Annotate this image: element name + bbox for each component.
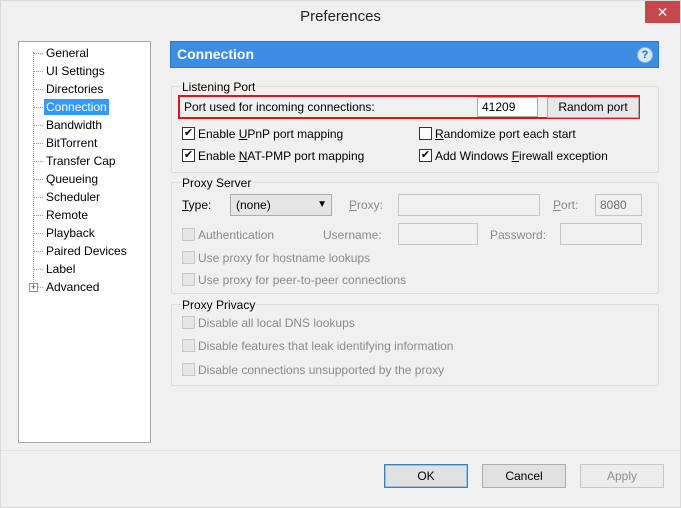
upnp-label: Enable UPnP port mapping: [198, 127, 344, 141]
listening-port-group-label: Listening Port: [181, 80, 257, 94]
natpmp-label: Enable NAT-PMP port mapping: [198, 149, 365, 163]
hostname-lookups-label: Use proxy for hostname lookups: [198, 251, 371, 265]
title-bar: Preferences ✕: [1, 1, 680, 33]
tree-connector: [33, 71, 43, 72]
port-input[interactable]: 41209: [477, 97, 538, 117]
password-input[interactable]: [560, 223, 642, 245]
close-icon: ✕: [656, 3, 669, 20]
tree-connector: [33, 161, 43, 162]
tree-connector: [33, 143, 43, 144]
peer-to-peer-label: Use proxy for peer-to-peer connections: [198, 273, 407, 287]
tree-item-label[interactable]: Label: [44, 261, 77, 277]
window-title: Preferences: [300, 8, 381, 25]
random-port-button[interactable]: Random port: [547, 97, 639, 118]
username-input[interactable]: [398, 223, 478, 245]
proxy-port-input[interactable]: 8080: [595, 194, 642, 216]
randomize-port-checkbox[interactable]: [419, 127, 432, 140]
ok-button[interactable]: OK: [384, 464, 468, 488]
peer-to-peer-checkbox[interactable]: [182, 273, 195, 286]
dns-lookups-label: Disable all local DNS lookups: [198, 316, 355, 330]
dns-lookups-checkbox[interactable]: [182, 316, 195, 329]
tree-connector: [33, 89, 43, 90]
chevron-down-icon: ▼: [317, 199, 327, 210]
tree-item-scheduler[interactable]: Scheduler: [44, 189, 102, 205]
tree-item-bittorrent[interactable]: BitTorrent: [44, 135, 99, 151]
tree-item-advanced[interactable]: Advanced: [44, 279, 101, 295]
firewall-checkbox[interactable]: ✔: [419, 149, 432, 162]
leak-features-checkbox[interactable]: [182, 339, 195, 352]
tree-connector: [33, 269, 43, 270]
proxy-privacy-group-label: Proxy Privacy: [181, 298, 257, 312]
tree-item-ui-settings[interactable]: UI Settings: [44, 63, 107, 79]
tree-connector: [33, 53, 43, 54]
hostname-lookups-checkbox[interactable]: [182, 251, 195, 264]
apply-button[interactable]: Apply: [580, 464, 664, 488]
tree-connector: [33, 179, 43, 180]
tree-item-bandwidth[interactable]: Bandwidth: [44, 117, 104, 133]
proxy-type-select[interactable]: (none) ▼: [230, 194, 332, 216]
tree-connector: [33, 251, 43, 252]
tree-item-connection[interactable]: Connection: [44, 99, 109, 115]
username-label: Username:: [323, 228, 382, 242]
tree-item-general[interactable]: General: [44, 45, 91, 61]
proxy-type-label: Type:: [182, 198, 212, 212]
authentication-label: Authentication: [198, 228, 275, 242]
proxy-port-label: Port:: [553, 198, 579, 212]
tree-item-queueing[interactable]: Queueing: [44, 171, 100, 187]
tree-item-playback[interactable]: Playback: [44, 225, 97, 241]
firewall-label: Add Windows Firewall exception: [435, 149, 608, 163]
leak-features-label: Disable features that leak identifying i…: [198, 339, 454, 353]
port-label: Port used for incoming connections:: [184, 100, 375, 114]
panel-title: Connection: [177, 46, 254, 62]
footer-separator: [1, 450, 680, 451]
tree-connector: [33, 125, 43, 126]
unsupported-connections-label: Disable connections unsupported by the p…: [198, 363, 445, 377]
settings-tree[interactable]: General UI Settings Directories Connection B…: [18, 41, 151, 443]
cancel-button[interactable]: Cancel: [482, 464, 566, 488]
upnp-checkbox[interactable]: ✔: [182, 127, 195, 140]
password-label: Password:: [490, 228, 547, 242]
unsupported-connections-checkbox[interactable]: [182, 363, 195, 376]
authentication-checkbox[interactable]: [182, 228, 195, 241]
proxy-host-label: Proxy:: [349, 198, 384, 212]
tree-item-paired-devices[interactable]: Paired Devices: [44, 243, 129, 259]
tree-item-remote[interactable]: Remote: [44, 207, 90, 223]
tree-item-directories[interactable]: Directories: [44, 81, 105, 97]
expand-icon[interactable]: +: [29, 283, 38, 292]
tree-item-transfer-cap[interactable]: Transfer Cap: [44, 153, 118, 169]
tree-connector: [33, 215, 43, 216]
preferences-window: Preferences ✕ General UI Settings Director…: [0, 0, 681, 508]
proxy-host-input[interactable]: [398, 194, 540, 216]
panel-header: Connection ?: [170, 41, 659, 68]
tree-connector: [33, 233, 43, 234]
tree-connector: [33, 197, 43, 198]
tree-connector: [33, 107, 43, 108]
close-button[interactable]: ✕: [645, 1, 680, 23]
proxy-server-group-label: Proxy Server: [181, 176, 253, 190]
help-icon[interactable]: ?: [637, 47, 653, 63]
randomize-port-label: Randomize port each start: [435, 127, 576, 141]
natpmp-checkbox[interactable]: ✔: [182, 149, 195, 162]
